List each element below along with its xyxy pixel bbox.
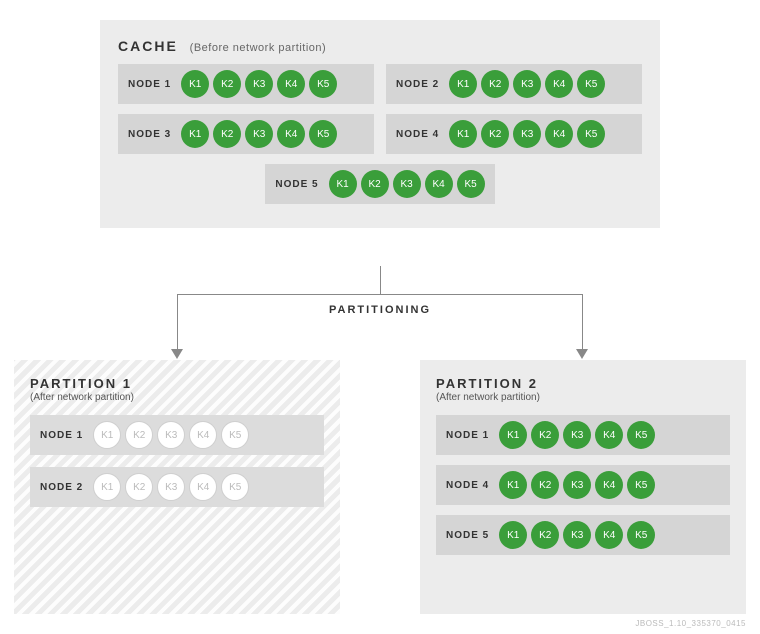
node-label: NODE 5: [275, 179, 318, 190]
key-circle: K5: [457, 170, 485, 198]
key-circle: K2: [481, 70, 509, 98]
key-circle: K2: [531, 421, 559, 449]
node-label: NODE 2: [40, 482, 83, 493]
partition-1-panel: PARTITION 1 (After network partition) NO…: [14, 360, 340, 614]
key-circle-ghost: K3: [157, 421, 185, 449]
cache-title: CACHE (Before network partition): [118, 38, 642, 54]
connector-line: [380, 266, 381, 294]
cache-row-3: NODE 5 K1 K2 K3 K4 K5: [118, 164, 642, 204]
key-circle: K5: [627, 521, 655, 549]
partition-2-node-1: NODE 1 K1 K2 K3 K4 K5: [436, 415, 730, 455]
node-label: NODE 2: [396, 79, 439, 90]
key-circle: K1: [449, 70, 477, 98]
key-circle-ghost: K3: [157, 473, 185, 501]
cache-title-text: CACHE: [118, 38, 178, 54]
key-circle: K2: [213, 120, 241, 148]
cache-node-1: NODE 1 K1 K2 K3 K4 K5: [118, 64, 374, 104]
branch-line: [177, 294, 583, 295]
key-circle: K1: [499, 471, 527, 499]
key-circle-ghost: K1: [93, 473, 121, 501]
key-circle: K4: [595, 421, 623, 449]
partition-2-panel: PARTITION 2 (After network partition) NO…: [420, 360, 746, 614]
key-circle: K4: [425, 170, 453, 198]
key-circle: K3: [563, 421, 591, 449]
key-circle-ghost: K5: [221, 421, 249, 449]
node-label: NODE 4: [396, 129, 439, 140]
key-circle: K1: [499, 421, 527, 449]
key-circle: K3: [513, 120, 541, 148]
arrow-down-icon: [576, 349, 588, 359]
cache-row-1: NODE 1 K1 K2 K3 K4 K5 NODE 2 K1 K2 K3 K4…: [118, 64, 642, 104]
key-circle: K1: [181, 120, 209, 148]
node-label: NODE 4: [446, 480, 489, 491]
cache-node-4: NODE 4 K1 K2 K3 K4 K5: [386, 114, 642, 154]
key-circle: K4: [277, 70, 305, 98]
partition-1-node-2: NODE 2 K1 K2 K3 K4 K5: [30, 467, 324, 507]
key-circle: K3: [393, 170, 421, 198]
key-circle: K5: [309, 70, 337, 98]
key-circle-ghost: K1: [93, 421, 121, 449]
key-circle-ghost: K4: [189, 421, 217, 449]
key-circle-ghost: K4: [189, 473, 217, 501]
key-circle: K4: [545, 70, 573, 98]
cache-node-3: NODE 3 K1 K2 K3 K4 K5: [118, 114, 374, 154]
key-circle: K3: [563, 471, 591, 499]
node-label: NODE 1: [40, 430, 83, 441]
partition-2-node-4: NODE 4 K1 K2 K3 K4 K5: [436, 465, 730, 505]
node-label: NODE 1: [446, 430, 489, 441]
key-circle: K4: [277, 120, 305, 148]
key-circle-ghost: K5: [221, 473, 249, 501]
partition-1-title: PARTITION 1: [30, 376, 324, 391]
node-label: NODE 1: [128, 79, 171, 90]
key-circle: K3: [245, 120, 273, 148]
cache-panel: CACHE (Before network partition) NODE 1 …: [100, 20, 660, 228]
key-circle: K1: [329, 170, 357, 198]
branch-left-line: [177, 294, 178, 350]
key-circle: K4: [595, 521, 623, 549]
partition-2-node-5: NODE 5 K1 K2 K3 K4 K5: [436, 515, 730, 555]
cache-subtitle: (Before network partition): [190, 42, 327, 54]
node-label: NODE 3: [128, 129, 171, 140]
key-circle: K5: [627, 421, 655, 449]
key-circle: K3: [563, 521, 591, 549]
key-circle: K5: [577, 120, 605, 148]
partition-1-node-1: NODE 1 K1 K2 K3 K4 K5: [30, 415, 324, 455]
partitioning-label: PARTITIONING: [319, 302, 441, 318]
node-label: NODE 5: [446, 530, 489, 541]
key-circle: K5: [627, 471, 655, 499]
key-circle: K2: [213, 70, 241, 98]
key-circle: K2: [481, 120, 509, 148]
partition-2-subtitle: (After network partition): [436, 392, 730, 403]
key-circle: K3: [245, 70, 273, 98]
key-circle: K4: [595, 471, 623, 499]
partition-2-title: PARTITION 2: [436, 376, 730, 391]
cache-node-2: NODE 2 K1 K2 K3 K4 K5: [386, 64, 642, 104]
key-circle: K1: [449, 120, 477, 148]
key-circle: K2: [531, 471, 559, 499]
key-circle: K1: [181, 70, 209, 98]
key-circle: K4: [545, 120, 573, 148]
branch-right-line: [582, 294, 583, 350]
cache-row-2: NODE 3 K1 K2 K3 K4 K5 NODE 4 K1 K2 K3 K4…: [118, 114, 642, 154]
key-circle: K5: [577, 70, 605, 98]
footer-id: JBOSS_1.10_335370_0415: [635, 619, 746, 628]
key-circle: K1: [499, 521, 527, 549]
key-circle: K5: [309, 120, 337, 148]
partition-1-subtitle: (After network partition): [30, 392, 324, 403]
arrow-down-icon: [171, 349, 183, 359]
key-circle: K3: [513, 70, 541, 98]
cache-node-5: NODE 5 K1 K2 K3 K4 K5: [265, 164, 494, 204]
key-circle-ghost: K2: [125, 473, 153, 501]
key-circle-ghost: K2: [125, 421, 153, 449]
key-circle: K2: [361, 170, 389, 198]
key-circle: K2: [531, 521, 559, 549]
